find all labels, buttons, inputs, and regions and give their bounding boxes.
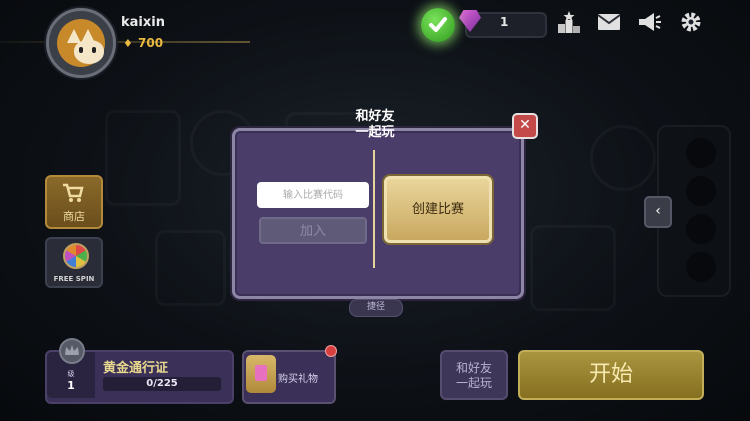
modal-title-line2: 一起玩 <box>355 125 395 140</box>
start-button[interactable]: 开始 <box>518 350 704 400</box>
buy-gift-label: 购买礼物 <box>278 374 318 385</box>
username: kaixin <box>121 15 165 30</box>
shop-label: 商店 <box>63 210 85 223</box>
side-slot <box>686 252 716 282</box>
shop-button[interactable]: 商店 <box>45 175 103 229</box>
modal-divider <box>373 150 375 268</box>
shortcut-button[interactable]: 捷径 <box>349 299 403 317</box>
mail-icon[interactable] <box>596 10 622 34</box>
gift-icon <box>255 365 267 381</box>
avatar[interactable] <box>46 8 116 78</box>
megaphone-icon[interactable] <box>636 10 662 34</box>
match-code-input[interactable] <box>257 182 369 208</box>
checkmark-icon[interactable] <box>421 8 455 42</box>
fox-avatar-icon <box>57 19 105 67</box>
crown-icon <box>59 338 85 364</box>
side-slot <box>686 214 716 244</box>
friends-label-line2: 一起玩 <box>455 376 492 390</box>
close-button[interactable]: ✕ <box>512 113 538 139</box>
trophy-icon: ♦ <box>123 37 133 50</box>
gear-icon[interactable] <box>678 10 704 34</box>
free-spin-label: FREE SPIN <box>53 275 95 283</box>
notification-dot <box>325 345 337 357</box>
play-with-friends-button[interactable]: 和好友 一起玩 <box>440 350 508 400</box>
chevron-left-icon[interactable]: ‹ <box>644 196 672 228</box>
spin-wheel-icon <box>63 243 89 269</box>
pass-progress-text: 0/225 <box>146 378 178 389</box>
side-slot <box>686 138 716 168</box>
create-match-button[interactable]: 创建比赛 <box>384 176 492 243</box>
cart-icon <box>63 183 84 202</box>
modal-title: 和好友 一起玩 <box>340 109 410 141</box>
side-slot <box>686 176 716 206</box>
modal-title-line1: 和好友 <box>355 109 395 124</box>
level-label: 级 <box>67 370 75 378</box>
leaderboard-icon[interactable] <box>556 10 582 34</box>
gem-count: 1 <box>500 15 509 29</box>
battle-pass-title: 黄金通行证 <box>103 361 169 376</box>
join-button[interactable]: 加入 <box>259 217 367 244</box>
trophy-count: 700 <box>138 36 164 50</box>
free-spin-button[interactable]: FREE SPIN <box>45 237 103 288</box>
friends-label-line1: 和好友 <box>455 361 492 375</box>
level-number: 1 <box>67 379 75 392</box>
